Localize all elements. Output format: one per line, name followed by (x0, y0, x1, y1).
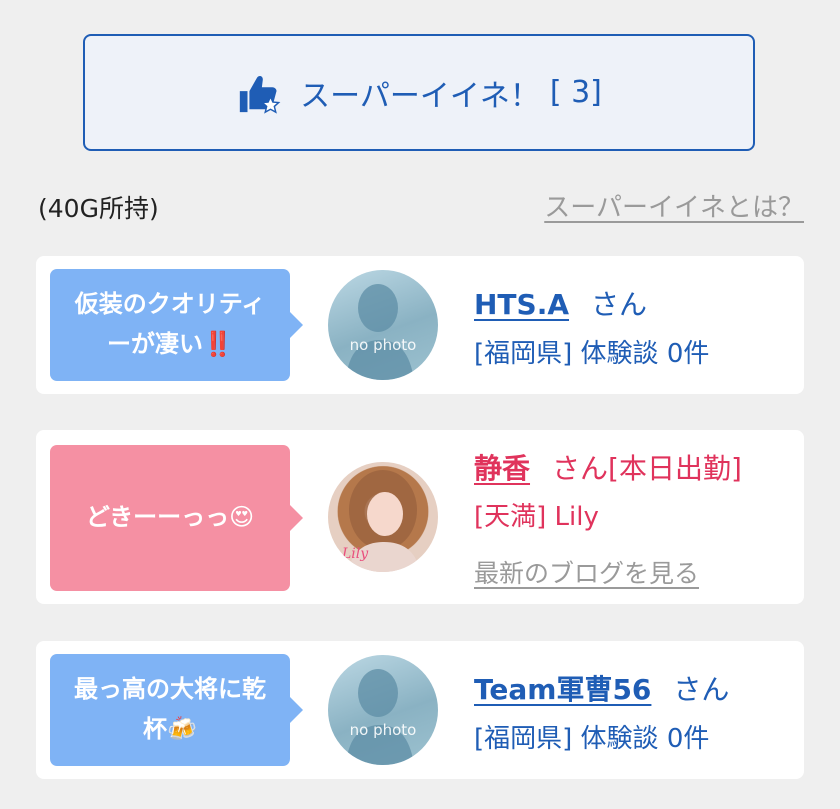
comment-line: 仮装のクオリティ (74, 290, 266, 319)
comment-line: どきーーっっ (85, 503, 230, 532)
user-name-link[interactable]: Team軍曹56 (474, 673, 651, 706)
super-like-count: [ 3] (549, 75, 602, 110)
avatar[interactable]: no photo (328, 655, 438, 765)
no-photo-label: no photo (349, 721, 417, 739)
shop-info: [天満] Lily (474, 502, 599, 532)
user-info: [福岡県] 体験談 0件 (474, 339, 710, 369)
review-card: どきーーっっ😍 Lily 静香 さん[本日出勤] [天満] Lily 最新のブログ… (36, 430, 804, 604)
review-card: 仮装のクオリティ ーが凄い‼️ no photo HTS.A さん [福岡県] 体… (36, 256, 804, 394)
comment-line: 杯 (143, 715, 168, 743)
cast-photo-image: Lily (341, 470, 420, 572)
svg-text:Lily: Lily (341, 546, 369, 562)
comment-bubble: 仮装のクオリティ ーが凄い‼️ (50, 269, 303, 381)
silhouette-icon (346, 284, 414, 380)
blog-link[interactable]: 最新のブログを見る (474, 554, 699, 590)
silhouette-icon (346, 669, 414, 765)
review-card: 最っ高の大将に乾 杯🍻 no photo Team軍曹56 さん [福岡県] 体験… (36, 641, 804, 779)
super-like-help-link[interactable]: スーパーイイネとは？ (544, 187, 804, 224)
avatar[interactable]: no photo (328, 270, 438, 380)
beer-mugs-icon: 🍻 (167, 715, 197, 743)
user-info: [福岡県] 体験談 0件 (474, 724, 710, 754)
name-suffix: さん[本日出勤] (552, 452, 742, 485)
comment-bubble: どきーーっっ😍 (50, 445, 303, 591)
cast-name-link[interactable]: 静香 (474, 452, 530, 485)
comment-bubble: 最っ高の大将に乾 杯🍻 (50, 654, 303, 766)
heart-eyes-icon: 😍 (229, 503, 255, 532)
user-name-link[interactable]: HTS.A (474, 288, 569, 321)
double-exclamation-icon: ‼️ (203, 330, 233, 358)
name-suffix: さん (591, 288, 648, 321)
owned-points: (40G所持) (38, 194, 159, 223)
comment-line: 最っ高の大将に乾 (74, 675, 266, 704)
no-photo-label: no photo (349, 336, 417, 354)
name-suffix: さん (673, 673, 730, 706)
super-like-button[interactable]: スーパーイイネ！ [ 3] (83, 34, 755, 151)
comment-line: ーが凄い (107, 330, 204, 358)
super-like-label: スーパーイイネ！ (300, 78, 540, 114)
cast-photo[interactable]: Lily (328, 462, 438, 572)
thumbs-up-star-icon (239, 75, 281, 114)
